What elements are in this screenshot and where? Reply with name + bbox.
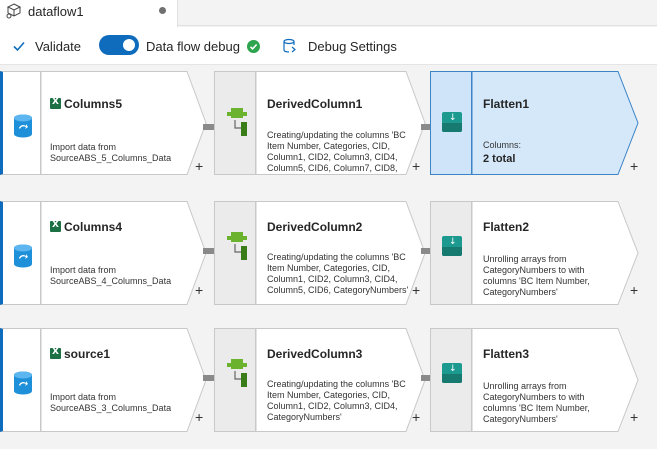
add-transform-button[interactable]: + (412, 283, 420, 297)
flatten-icon: ↓ (442, 363, 462, 383)
flatten-description: Unrolling arrays from CategoryNumbers to… (483, 254, 590, 297)
add-transform-button[interactable]: + (195, 159, 203, 173)
derived-column-icon (227, 232, 247, 260)
tab-title: dataflow1 (28, 4, 84, 19)
source-title: Columns4 (64, 220, 123, 234)
source-description: Import data from SourceABS_4_Columns_Dat… (50, 265, 172, 286)
database-icon (14, 371, 32, 395)
source-description: Import data from SourceABS_3_Columns_Dat… (50, 392, 172, 413)
connector-line (421, 124, 430, 130)
flow-row: Columns4 Import data from SourceABS_4_Co… (0, 201, 657, 305)
connector-line (203, 248, 214, 254)
derived-description: Creating/updating the columns 'BC Item N… (267, 379, 406, 422)
derived-title: DerivedColumn1 (267, 97, 363, 111)
validate-button[interactable]: Validate (12, 27, 81, 65)
source-node-strip[interactable] (0, 328, 41, 432)
source-node[interactable] (41, 328, 207, 432)
source-node[interactable] (41, 201, 207, 305)
derived-description: Creating/updating the columns 'BC Item N… (267, 252, 409, 295)
connector-line (421, 248, 430, 254)
add-transform-button[interactable]: + (630, 159, 638, 173)
validate-label: Validate (35, 38, 82, 54)
flatten-title: Flatten3 (483, 347, 530, 361)
toolbar: Validate Data flow debug Debug Settings (0, 27, 657, 65)
excel-icon (50, 347, 61, 359)
flatten-description: Unrolling arrays from CategoryNumbers to… (483, 381, 590, 424)
add-transform-button[interactable]: + (412, 410, 420, 424)
derived-column-icon (227, 108, 247, 136)
source-node-strip[interactable] (0, 71, 41, 175)
status-check-icon (246, 39, 260, 53)
derived-title: DerivedColumn3 (267, 347, 363, 361)
add-transform-button[interactable]: + (195, 410, 203, 424)
connector-line (421, 375, 430, 381)
add-transform-button[interactable]: + (630, 410, 638, 424)
debug-settings-label: Debug Settings (308, 38, 397, 54)
source-node-strip[interactable] (0, 201, 41, 305)
derived-description: Creating/updating the columns 'BC Item N… (267, 130, 406, 173)
debug-settings-icon (283, 38, 296, 53)
flatten-title: Flatten2 (483, 220, 530, 234)
database-icon (14, 244, 32, 268)
excel-icon (50, 97, 61, 109)
flatten-icon: ↓ (442, 112, 462, 132)
flatten-node-strip[interactable]: ↓ (430, 71, 472, 175)
excel-icon (50, 220, 61, 232)
source-title: Columns5 (64, 97, 123, 111)
add-transform-button[interactable]: + (195, 283, 203, 297)
add-transform-button[interactable]: + (630, 283, 638, 297)
flatten-node-strip[interactable]: ↓ (430, 328, 472, 432)
dataflow-icon (6, 3, 22, 19)
source-title: source1 (64, 347, 111, 361)
debug-label-group: Data flow debug (146, 27, 260, 65)
flow-row: source1 Import data from SourceABS_3_Col… (0, 328, 657, 432)
source-description: Import data from SourceABS_5_Columns_Dat… (50, 142, 172, 163)
debug-label: Data flow debug (146, 38, 240, 54)
derived-node-strip[interactable] (214, 201, 256, 305)
flatten-title: Flatten1 (483, 97, 530, 111)
derived-node-strip[interactable] (214, 71, 256, 175)
debug-settings-button[interactable]: Debug Settings (282, 27, 397, 65)
flatten-description: Columns: (483, 140, 522, 150)
database-icon (14, 114, 32, 138)
tab-dataflow1[interactable]: dataflow1 (0, 0, 178, 27)
flatten-icon: ↓ (442, 236, 462, 256)
checkmark-icon (13, 41, 25, 52)
tab-bar: dataflow1 (0, 0, 657, 27)
connector-line (203, 124, 214, 130)
connector-line (203, 375, 214, 381)
derived-node-strip[interactable] (214, 328, 256, 432)
dataflow-canvas[interactable]: Columns5 Import data from SourceABS_5_Co… (0, 66, 657, 449)
flatten-node-strip[interactable]: ↓ (430, 201, 472, 305)
unsaved-dot (159, 7, 166, 14)
toggle-knob (123, 39, 135, 51)
derived-column-icon (227, 359, 247, 387)
debug-toggle[interactable] (99, 35, 139, 55)
derived-title: DerivedColumn2 (267, 220, 363, 234)
flatten-total: 2 total (483, 153, 516, 165)
add-transform-button[interactable]: + (412, 159, 420, 173)
flow-row: Columns5 Import data from SourceABS_5_Co… (0, 71, 657, 175)
